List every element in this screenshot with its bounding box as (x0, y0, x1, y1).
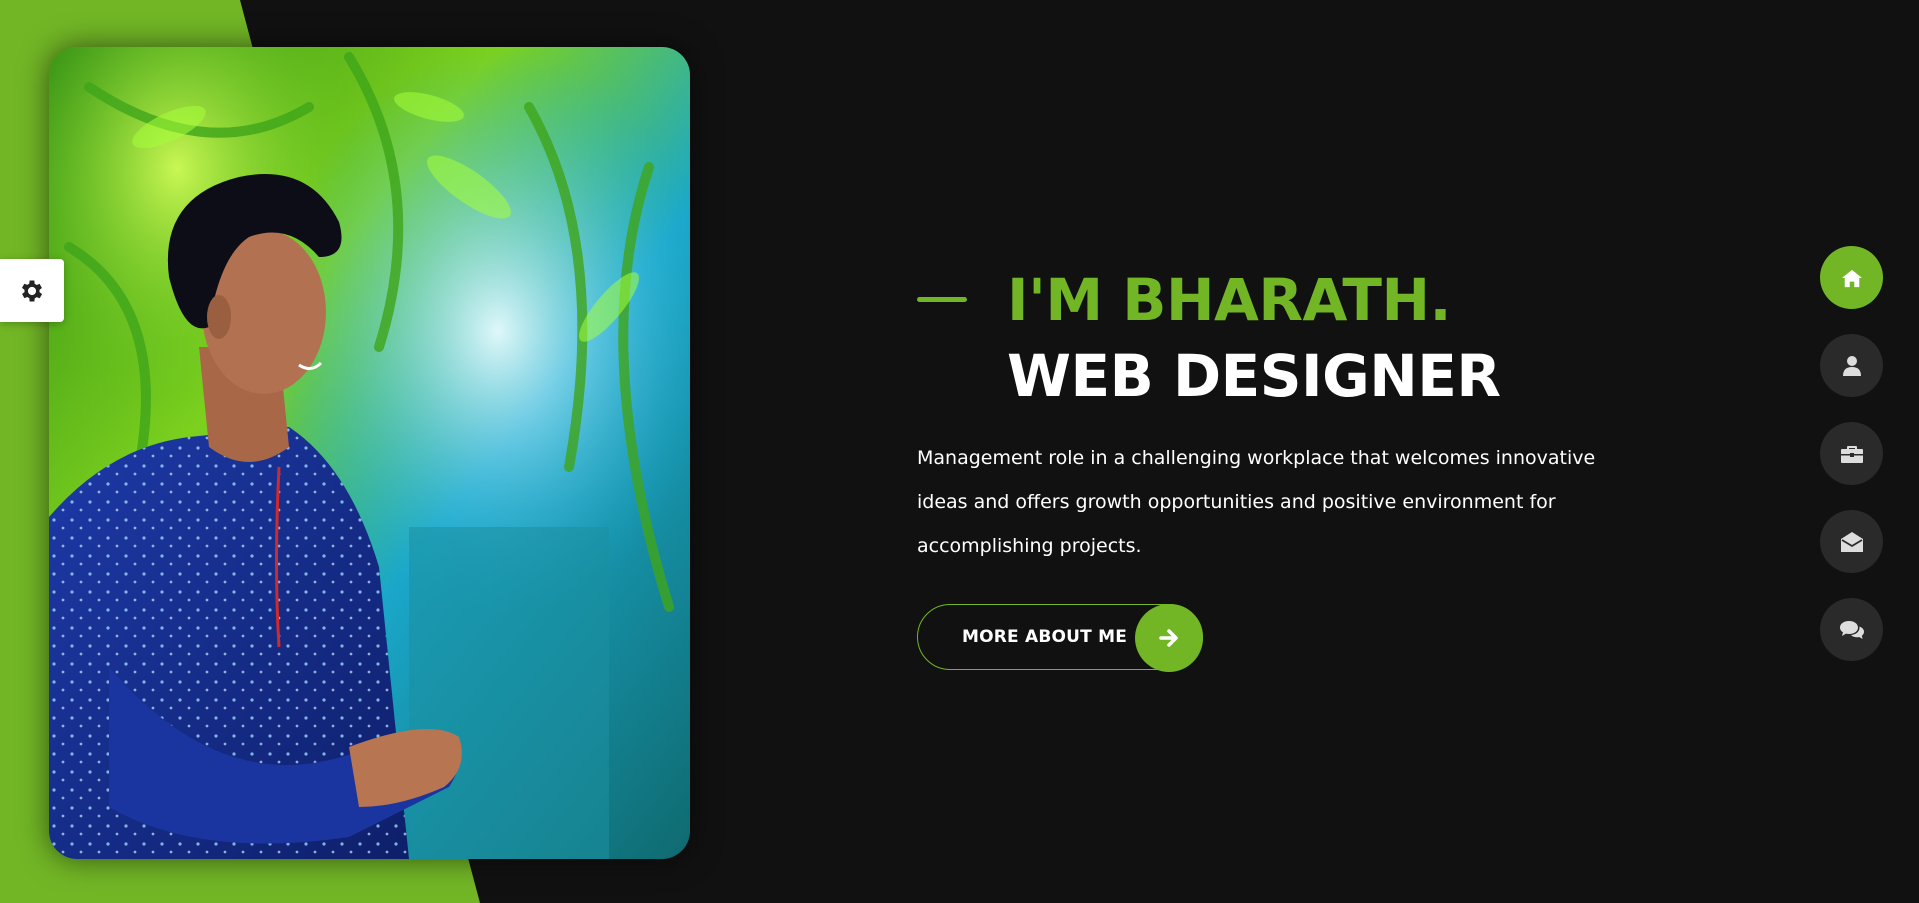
briefcase-icon (1840, 445, 1863, 463)
profile-photo (49, 47, 690, 859)
nav-about[interactable] (1820, 334, 1883, 397)
title-row: I'M BHARATH. WEB DESIGNER (917, 262, 1637, 414)
nav-blog[interactable] (1820, 598, 1883, 661)
hero-intro-text: Management role in a challenging workpla… (917, 447, 1596, 557)
settings-button[interactable] (0, 259, 64, 322)
hero-role: WEB DESIGNER (1007, 342, 1501, 410)
portrait-photo (49, 47, 690, 859)
nav-home[interactable] (1820, 246, 1883, 309)
gear-icon (21, 280, 43, 301)
more-button-arrow (1135, 604, 1203, 672)
arrow-right-icon (1159, 629, 1178, 647)
comments-icon (1839, 620, 1864, 639)
hero-section: I'M BHARATH. WEB DESIGNER Management rol… (917, 262, 1637, 672)
hero-titles: I'M BHARATH. WEB DESIGNER (1007, 262, 1501, 414)
more-about-me-button[interactable]: MORE ABOUT ME (917, 604, 1203, 672)
page: I'M BHARATH. WEB DESIGNER Management rol… (0, 0, 1919, 903)
nav-contact[interactable] (1820, 510, 1883, 573)
nav-portfolio[interactable] (1820, 422, 1883, 485)
hero-name: I'M BHARATH. (1007, 266, 1452, 334)
envelope-open-icon (1840, 531, 1863, 552)
more-about-me-label: MORE ABOUT ME (962, 627, 1128, 647)
home-icon (1841, 269, 1862, 287)
title-accent-dash (917, 297, 967, 302)
side-navigation (1820, 246, 1884, 686)
user-icon (1842, 355, 1861, 376)
